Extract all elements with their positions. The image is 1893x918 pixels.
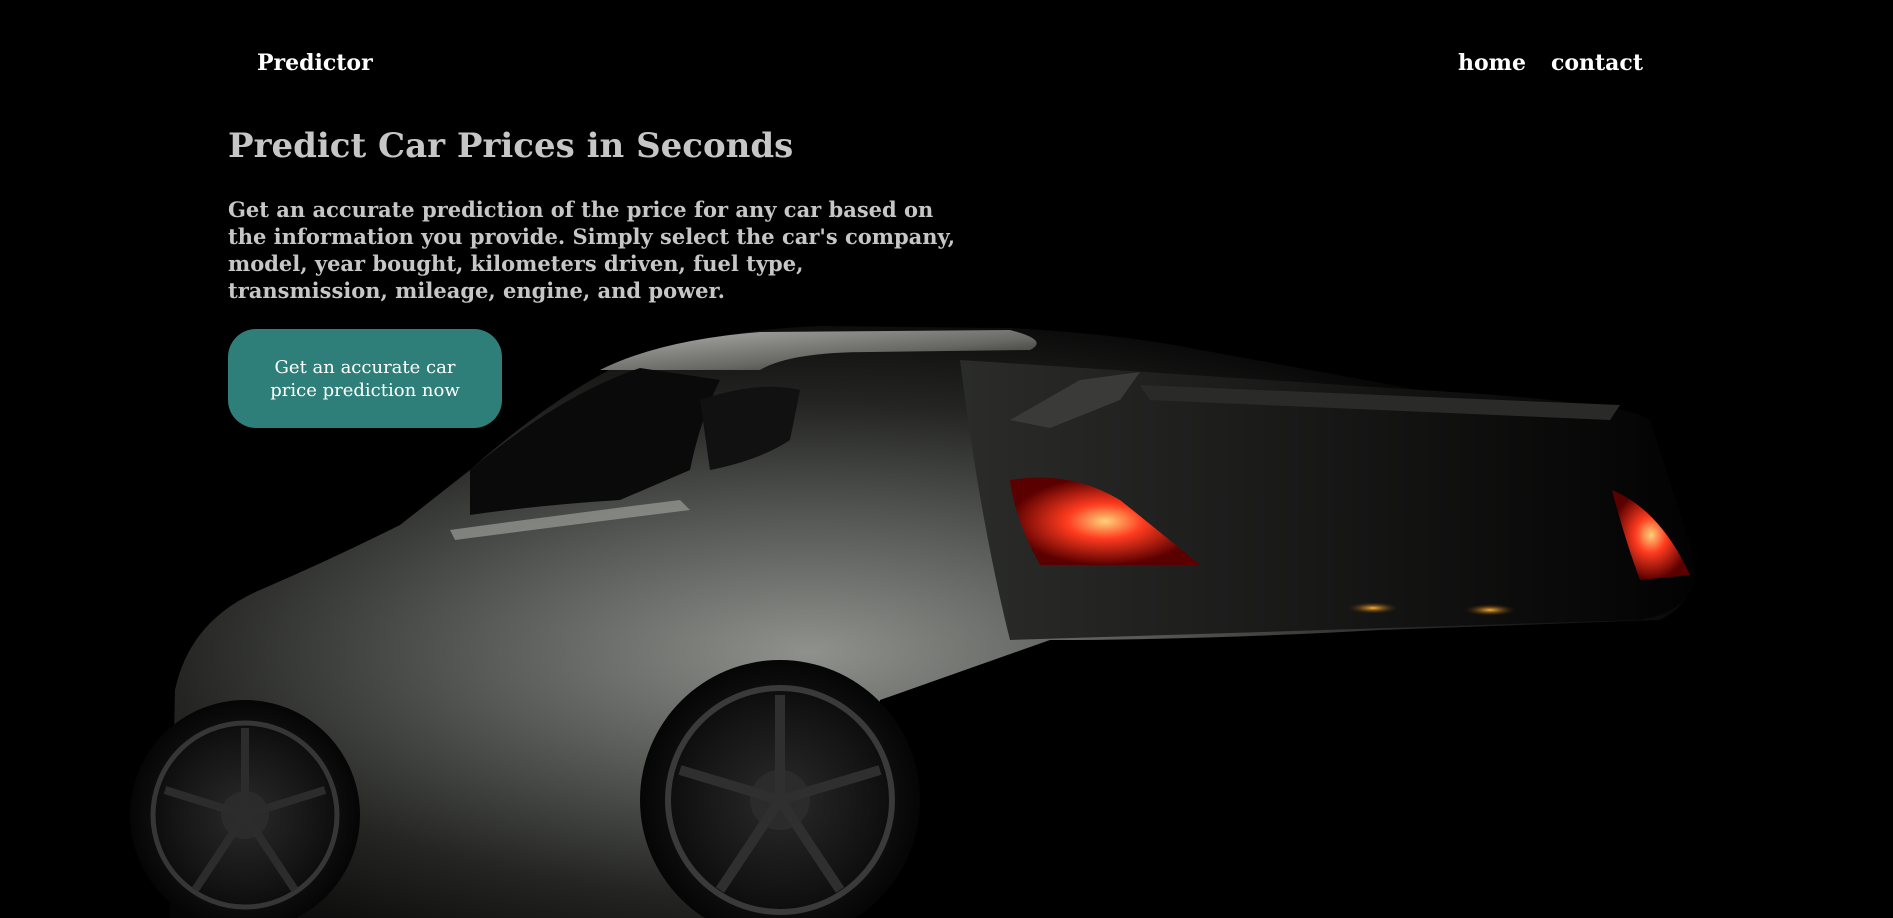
hero-section: Predict Car Prices in Seconds Get an acc… <box>228 124 968 304</box>
nav-link-contact[interactable]: contact <box>1551 49 1643 77</box>
cta-label: Get an accurate car price prediction now <box>270 356 460 401</box>
hero-description: Get an accurate prediction of the price … <box>228 197 956 303</box>
navbar: Predictor home contact <box>0 0 1893 110</box>
predict-cta-button[interactable]: Get an accurate car price prediction now <box>228 329 502 428</box>
hero-title: Predict Car Prices in Seconds <box>228 126 794 166</box>
nav-link-home[interactable]: home <box>1458 49 1526 77</box>
landing-page: Predictor home contact Predict Car Price… <box>0 0 1893 918</box>
brand-logo[interactable]: Predictor <box>257 49 373 77</box>
nav-links: home contact <box>1458 49 1643 77</box>
